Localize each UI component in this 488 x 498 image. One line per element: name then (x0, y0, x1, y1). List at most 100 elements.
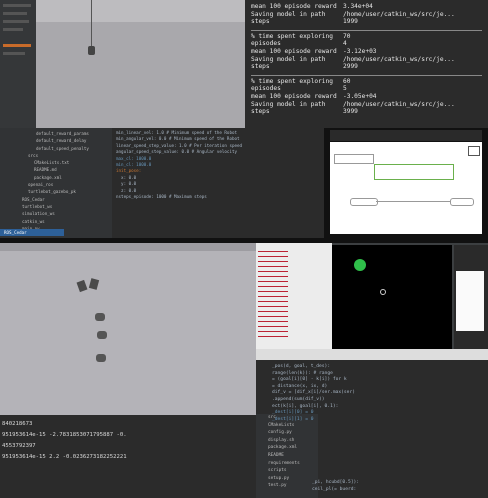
tree-item[interactable]: simulation_ws (0, 210, 112, 217)
terminal-block-2: % time spent exploring 70 episodes 4 mean … (251, 33, 482, 71)
robot-model (95, 313, 105, 321)
tree-item[interactable]: default_reward_delay (0, 137, 112, 144)
terminal-value: 2999 (343, 63, 358, 71)
graph-edge (376, 201, 450, 202)
terminal-key: Saving model in path (251, 10, 326, 18)
terminal-key: steps (251, 18, 270, 26)
robot-model (88, 46, 95, 55)
terminal-separator (251, 74, 482, 76)
tree-item[interactable]: default_speed_penalty (0, 145, 112, 152)
rviz-3d-view[interactable] (332, 245, 452, 349)
terminal-value: /home/user/catkin_ws/src/je... (343, 100, 455, 108)
terminal-separator (251, 29, 482, 31)
tree-item[interactable]: display.sh (268, 437, 318, 445)
secondary-panel (454, 245, 488, 349)
tree-item[interactable]: test.py (268, 482, 318, 490)
robot-model (97, 331, 107, 339)
project-tree: default_reward_params default_reward_del… (0, 128, 112, 238)
status-bar (256, 349, 488, 360)
rviz-window (256, 243, 488, 360)
terminal-key: % time spent exploring (251, 77, 333, 85)
robot-marker (380, 289, 386, 295)
code-line: nsteps_episode: 1000 # Maximum steps (116, 194, 207, 200)
graph-node[interactable] (334, 154, 374, 164)
code-editor-bottom[interactable]: src CMakeLists config.py display.sh pack… (256, 360, 488, 498)
tree-item[interactable]: package.xml (0, 174, 112, 181)
status-tab[interactable]: ROS_Cedar (0, 229, 64, 236)
gazebo-toolbar (0, 243, 256, 251)
gazebo-window-top (0, 0, 245, 128)
terminal-key: Saving model in path (251, 100, 326, 108)
term-line: 951953614e-15 -2.7831853071795887 -0. (2, 432, 127, 438)
terminal-key: steps (251, 63, 270, 71)
secondary-panel-content (456, 271, 484, 331)
window-titlebar (330, 130, 482, 141)
terminal-block-3: % time spent exploring 60 episodes 5 mean … (251, 78, 482, 116)
terminal-value: 1999 (343, 18, 358, 26)
terminal-key: Saving model in path (251, 55, 326, 63)
terminal-key: steps (251, 108, 270, 116)
gazebo-viewport-top[interactable] (36, 0, 245, 128)
tree-item[interactable]: scripts (268, 467, 318, 475)
terminal-key: mean 100 episode reward (251, 3, 337, 10)
tree-item[interactable]: CMakeLists.txt (0, 159, 112, 166)
code-line: _dest[i][1] = 0 (272, 416, 314, 422)
code-line: ceil_pl(= buerd: (312, 486, 357, 492)
tree-item[interactable]: default_reward_params (0, 130, 112, 137)
tree-item[interactable]: openai_ros (0, 181, 112, 188)
term-line: 840218673 (2, 421, 33, 427)
tree-item[interactable]: ROS_Cedar (0, 196, 112, 203)
project-tree-bottom: src CMakeLists config.py display.sh pack… (256, 414, 318, 498)
code-line: _dest[i][0] = 0 (272, 410, 314, 416)
terminal-training-output: mean 100 episode reward 3.34e+04 Saving m… (245, 0, 488, 128)
terminal-key: % time spent exploring (251, 32, 333, 40)
code-lines-lower: _pi, hcubd[0.5]): ceil_pl(= buerd: (312, 480, 488, 493)
tree-item[interactable]: setup.py (268, 475, 318, 483)
tree-item[interactable]: README.md (0, 166, 112, 173)
terminal-value: 70 (343, 32, 351, 40)
code-line: dif_v = [dif_x[i]/ser.max(ser) (272, 390, 355, 396)
robot-model (96, 354, 106, 362)
terminal-value: 5 (343, 85, 347, 93)
tree-item[interactable]: requirements (268, 460, 318, 468)
terminal-key: episodes (251, 85, 281, 93)
terminal-block-1: mean 100 episode reward 3.34e+04 Saving m… (251, 3, 482, 26)
tree-item[interactable]: config.py (268, 429, 318, 437)
term-line: 4553792397 (2, 443, 36, 449)
rqt-graph-canvas[interactable] (330, 142, 482, 234)
terminal-bottom: 840218673 951953614e-15 -2.7831853071795… (0, 415, 256, 498)
tree-item[interactable]: README (268, 452, 318, 460)
terminal-value: /home/user/catkin_ws/src/je... (343, 55, 455, 63)
gazebo-viewport-bottom[interactable] (0, 243, 256, 415)
graph-node[interactable] (374, 164, 454, 180)
code-line: = (goal[i][0] - k[i]) for k (272, 377, 347, 383)
tree-item[interactable]: srcs (0, 152, 112, 159)
gazebo-side-panel (0, 0, 36, 128)
code-line: _pi, hcubd[0.5]): (312, 480, 360, 485)
code-line: _pos(d, goal, t_des): (272, 364, 331, 369)
window-icon[interactable] (468, 146, 480, 156)
graph-node[interactable] (450, 198, 474, 206)
code-editor-top[interactable]: min_linear_vel: 1.0 # Minimum speed of t… (112, 128, 332, 238)
object-model (88, 278, 100, 290)
terminal-value: 4 (343, 40, 347, 48)
display-list (258, 247, 288, 337)
terminal-value: 3999 (343, 108, 358, 116)
rviz-displays-panel[interactable] (256, 243, 332, 360)
graph-node[interactable] (350, 198, 378, 206)
object-model (76, 279, 88, 293)
tree-item[interactable]: catkin_ws (0, 218, 112, 225)
terminal-value: -3.12e+03 (343, 47, 377, 55)
tree-item[interactable]: package.xml (268, 444, 318, 452)
term-line: 951953614e-15 2.2 -0.0236273182252221 (2, 454, 127, 460)
terminal-value: -3.05e+04 (343, 92, 377, 100)
terminal-value: 3.34e+04 (343, 3, 373, 10)
code-line: .append(sum(dif_v)) (272, 396, 325, 402)
terminal-value: 60 (343, 77, 351, 85)
goal-marker (354, 259, 366, 271)
code-lines: _pos(d, goal, t_des): range(len(k)): # r… (272, 364, 488, 423)
tree-item[interactable]: turtlebot_gazebo_pk (0, 188, 112, 195)
terminal-value: /home/user/catkin_ws/src/je... (343, 10, 455, 18)
tree-item[interactable]: turtlebot_ws (0, 203, 112, 210)
terminal-key: mean 100 episode reward (251, 92, 337, 100)
